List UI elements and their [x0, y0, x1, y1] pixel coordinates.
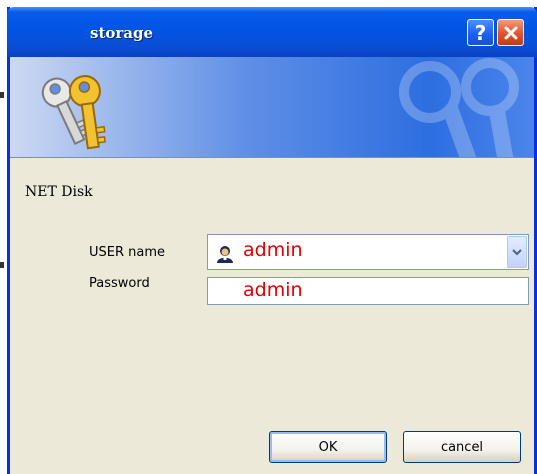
help-icon: ? [474, 20, 487, 45]
keys-watermark-icon [399, 58, 519, 157]
close-icon [504, 26, 517, 39]
user-name-label: USER name [89, 245, 166, 260]
cancel-button[interactable]: cancel [403, 431, 521, 463]
title-bar[interactable]: storage ? [7, 7, 537, 57]
header-banner [10, 57, 534, 158]
password-field[interactable]: admin [207, 277, 529, 305]
help-button[interactable]: ? [467, 19, 494, 46]
user-name-combobox[interactable]: admin [207, 234, 529, 270]
window-title: storage [90, 24, 154, 42]
keys-icon [41, 75, 106, 150]
user-icon [217, 246, 233, 263]
password-value: admin [243, 279, 303, 301]
close-button[interactable] [497, 19, 524, 46]
dropdown-button[interactable] [507, 236, 527, 268]
password-label: Password [89, 276, 150, 291]
ok-button[interactable]: OK [269, 431, 387, 463]
login-dialog: storage ? NET Disk USER name admin Passw… [7, 7, 537, 474]
chevron-down-icon [512, 249, 522, 256]
user-name-value: admin [243, 239, 303, 261]
dialog-heading: NET Disk [25, 184, 93, 200]
